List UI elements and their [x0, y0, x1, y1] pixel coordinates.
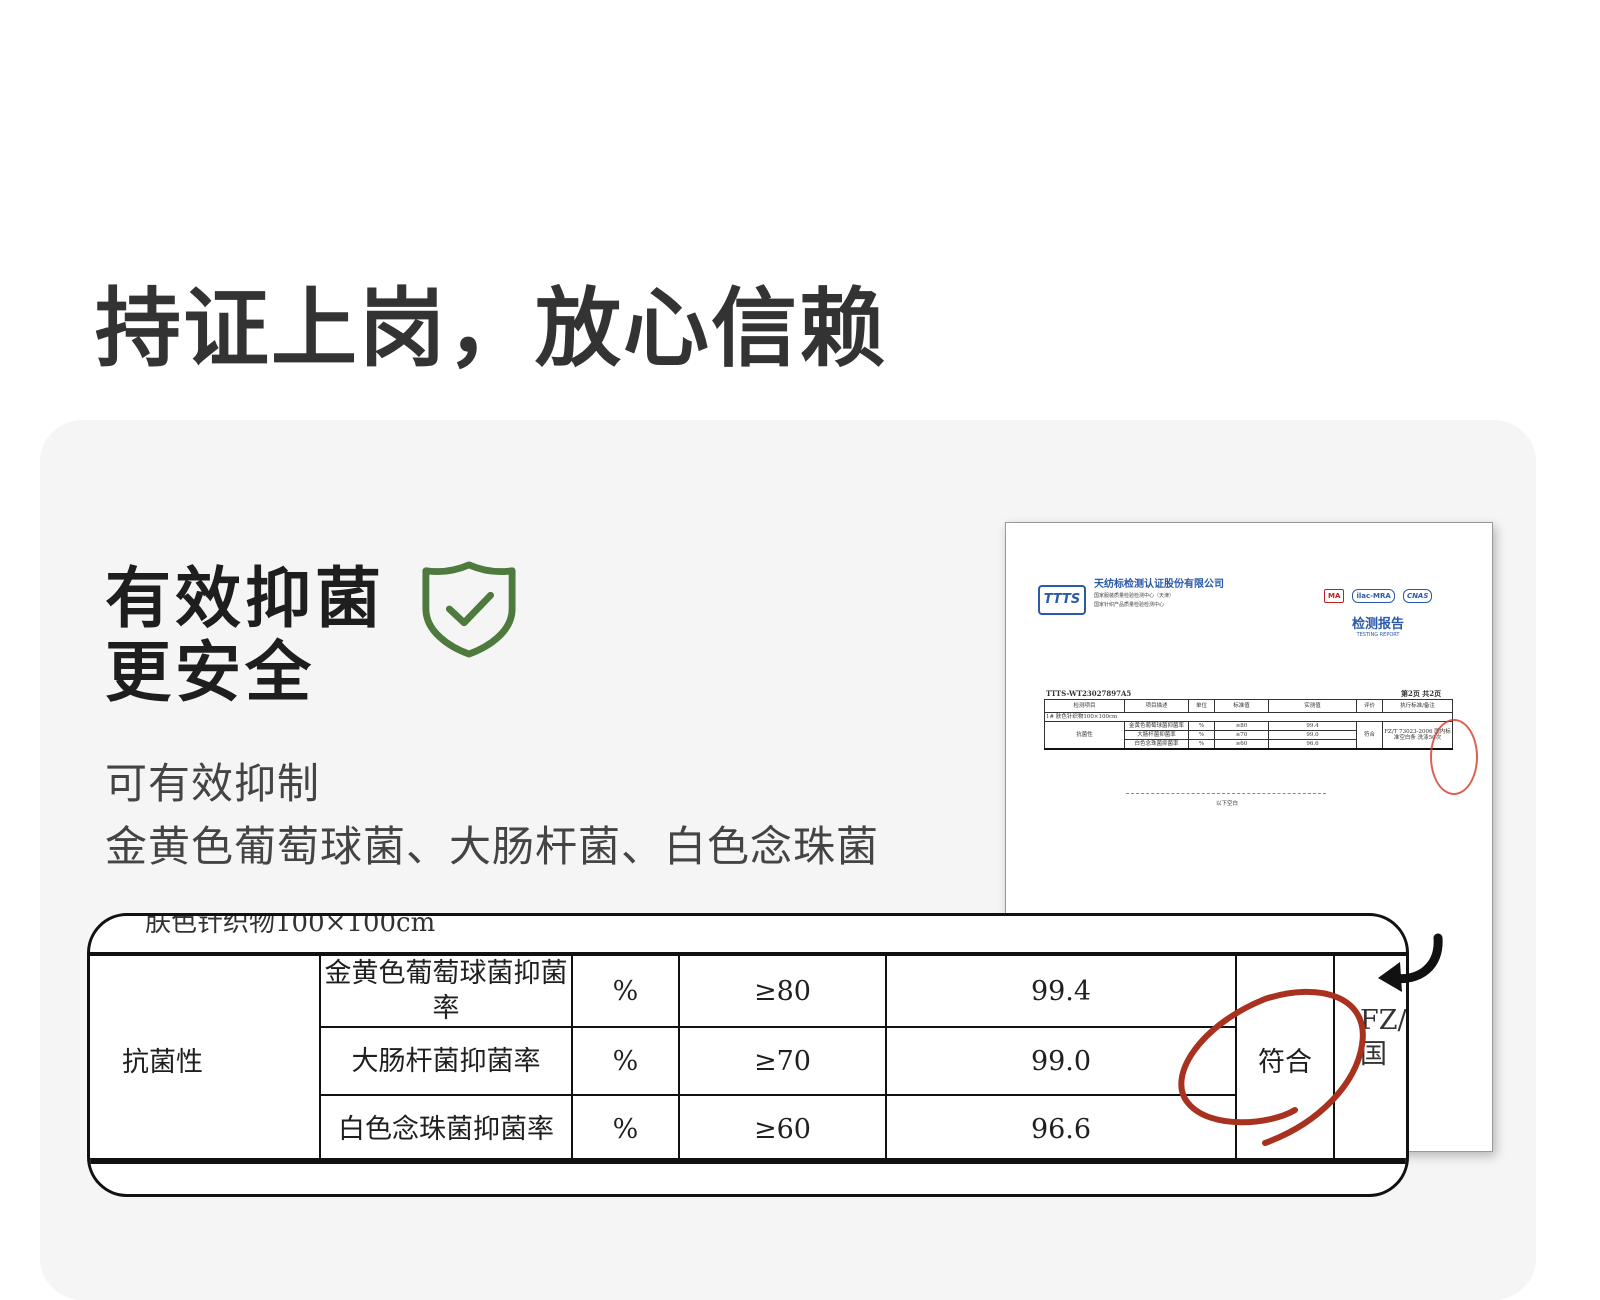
- description-line: 可有效抑制: [105, 759, 321, 808]
- report-label: 检测报告 TESTING REPORT: [1338, 613, 1418, 638]
- measured-cell: 96.6: [885, 1094, 1237, 1164]
- unit-cell: %: [1188, 721, 1215, 732]
- measured-cell: 99.4: [885, 954, 1237, 1028]
- feature-description: 可有效抑制 金黄色葡萄球菌、大肠杆菌、白色念珠菌: [105, 752, 879, 878]
- column-header: 实测值: [1268, 699, 1357, 713]
- standard-fragment-line: FZ/: [1360, 1005, 1407, 1036]
- issuer-company: 天纺标检测认证股份有限公司: [1094, 579, 1224, 590]
- standard-cell: ≥60: [678, 1094, 887, 1164]
- standard-cell: ≥70: [678, 1026, 887, 1096]
- report-issuer: 天纺标检测认证股份有限公司 国家服装质量检验检测中心（天津） 国家针织产品质量检…: [1094, 575, 1224, 608]
- end-note: 以下空白: [1216, 801, 1239, 807]
- ilac-logo: ilac-MRA: [1352, 589, 1395, 603]
- issuer-center: 国家针织产品质量检验检测中心: [1094, 602, 1165, 608]
- column-header: 评价: [1356, 699, 1383, 713]
- category-cell: 抗菌性: [1044, 721, 1125, 750]
- end-divider: [1126, 793, 1326, 794]
- feature-title-line: 有效抑菌: [105, 560, 385, 637]
- measured-cell: 99.0: [885, 1026, 1237, 1096]
- ma-logo: MA: [1324, 589, 1345, 603]
- sample-row: 1# 肤色针织物100×100cm: [1044, 711, 1453, 723]
- standard-cell: ≥70: [1214, 730, 1269, 741]
- sample-description: 1# 肤色针织物100×100cm: [1044, 711, 1453, 723]
- unit-cell: %: [571, 1094, 680, 1164]
- standard-cell: ≥60: [1214, 739, 1269, 750]
- report-title-en: TESTING REPORT: [1356, 632, 1400, 638]
- unit-cell: %: [1188, 739, 1215, 750]
- magnified-results: 肤色针织物100×100cm 抗菌性 金黄色葡萄球菌抑菌率 % ≥80 99.4…: [87, 913, 1409, 1197]
- magnified-results-table: 抗菌性 金黄色葡萄球菌抑菌率 % ≥80 99.4 符合 大肠杆菌抑菌率 % ≥…: [90, 954, 1406, 1164]
- category-cell: 抗菌性: [90, 954, 321, 1164]
- evaluation-cell: 符合: [1235, 954, 1335, 1164]
- table-row: 抗菌性 金黄色葡萄球菌抑菌率 % ≥80 99.4 符合: [90, 954, 1406, 1164]
- unit-cell: %: [571, 1026, 680, 1096]
- item-cell: 金黄色葡萄球菌抑菌率: [319, 954, 573, 1028]
- column-header: 单位: [1188, 699, 1215, 713]
- description-line: 金黄色葡萄球菌、大肠杆菌、白色念珠菌: [105, 822, 880, 871]
- official-stamp: [1430, 719, 1478, 795]
- measured-cell: 99.0: [1268, 730, 1357, 741]
- item-cell: 金黄色葡萄球菌抑菌率: [1124, 721, 1189, 732]
- measured-cell: 99.4: [1268, 721, 1357, 732]
- evaluation-cell: 符合: [1356, 721, 1383, 750]
- ttts-logo: TTTS: [1038, 585, 1086, 615]
- item-cell: 大肠杆菌抑菌率: [1124, 730, 1189, 741]
- standard-fragment-line: 国: [1360, 1039, 1387, 1070]
- feature-title-line: 更安全: [105, 633, 315, 711]
- measured-cell: 96.6: [1268, 739, 1357, 750]
- cnas-logo: CNAS: [1402, 589, 1433, 603]
- standard-fragment: FZ/ 国: [1360, 1004, 1407, 1072]
- column-header: 项目描述: [1124, 699, 1189, 713]
- table-row: 抗菌性 金黄色葡萄球菌抑菌率 % ≥80 99.4 符合 FZ/T 73023-…: [1044, 721, 1453, 750]
- standard-cell: ≥80: [1214, 721, 1269, 732]
- item-cell: 大肠杆菌抑菌率: [319, 1026, 573, 1096]
- unit-cell: %: [1188, 730, 1215, 741]
- standard-cell: ≥80: [678, 954, 887, 1028]
- table-header-row: 检测项目 项目描述 单位 标准值 实测值 评价 执行标准/备注: [1044, 699, 1453, 713]
- unit-cell: %: [571, 954, 680, 1028]
- item-cell: 白色念珠菌抑菌率: [1124, 739, 1189, 750]
- certification-logos: MA ilac-MRA CNAS: [1324, 583, 1435, 603]
- column-header: 标准值: [1214, 699, 1269, 713]
- column-header: 执行标准/备注: [1382, 699, 1453, 713]
- bottom-rule: [90, 1158, 1406, 1163]
- report-title: 检测报告: [1351, 617, 1404, 632]
- item-cell: 白色念珠菌抑菌率: [319, 1094, 573, 1164]
- report-number: TTTS-WT23027897A5: [1046, 689, 1132, 698]
- column-header: 检测项目: [1044, 699, 1125, 713]
- shield-check-icon: [422, 561, 516, 658]
- issuer-center: 国家服装质量检验检测中心（天津）: [1094, 593, 1175, 599]
- magnified-sample-row: 肤色针织物100×100cm: [145, 913, 436, 938]
- report-results-table: 检测项目 项目描述 单位 标准值 实测值 评价 执行标准/备注 1# 肤色针织物…: [1044, 699, 1453, 750]
- feature-title: 有效抑菌 更安全: [105, 562, 385, 710]
- report-page-number: 第2页 共2页: [1401, 689, 1442, 698]
- page-title: 持证上岗，放心信赖: [95, 279, 887, 379]
